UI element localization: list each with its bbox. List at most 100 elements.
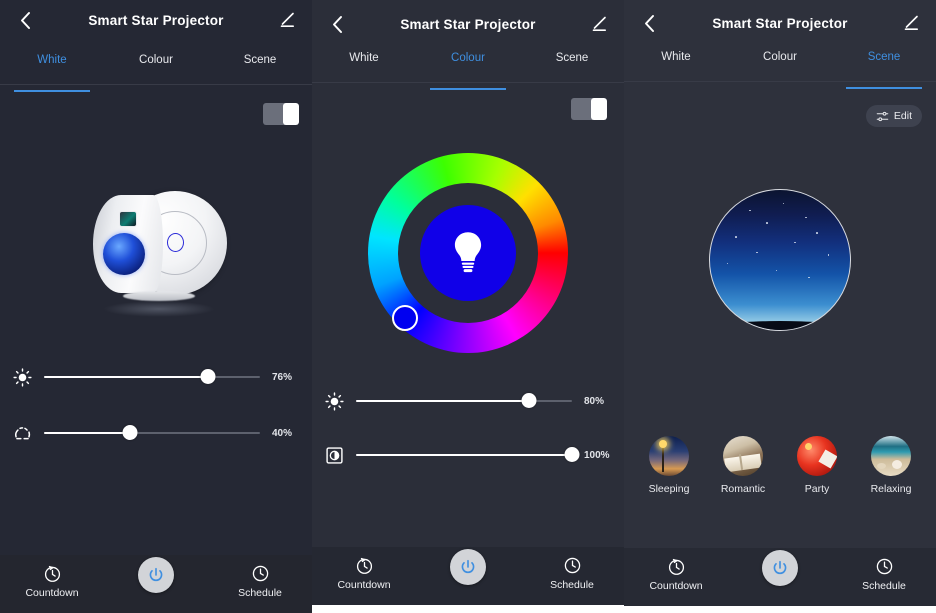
brightness-slider-track[interactable] (356, 391, 572, 411)
screen-bottom-padding (624, 606, 936, 613)
schedule-label: Schedule (238, 587, 282, 599)
scene-item-party[interactable]: Party (784, 436, 850, 495)
pencil-icon[interactable] (276, 9, 298, 31)
device-image (0, 160, 312, 350)
color-temperature-icon (0, 424, 44, 443)
tabs-divider (0, 84, 312, 85)
projector-illustration (81, 183, 231, 328)
tab-colour[interactable]: Colour (728, 49, 832, 81)
tab-colour-label: Colour (763, 51, 797, 63)
toggle-knob (283, 103, 299, 125)
tab-scene-label: Scene (867, 51, 901, 63)
countdown-label: Countdown (649, 580, 703, 592)
power-button[interactable] (762, 550, 798, 586)
projector-lens (103, 232, 145, 275)
brightness-slider-track[interactable] (44, 367, 260, 387)
tab-scene-label: Scene (243, 54, 277, 66)
tab-colour[interactable]: Colour (416, 50, 520, 90)
tab-white[interactable]: White (0, 52, 104, 92)
tab-white[interactable]: White (312, 50, 416, 82)
projector-power-indicator (167, 232, 184, 252)
projector-shadow (103, 300, 215, 317)
three-screenshot-strip: Smart Star Projector White Colour Scene (0, 0, 936, 613)
bottom-navigation: Countdown Schedule (624, 548, 936, 606)
bottom-navigation: Countdown Schedule (312, 547, 624, 605)
saturation-icon (312, 446, 356, 465)
edit-button-label: Edit (893, 110, 912, 122)
back-icon[interactable] (14, 9, 36, 31)
power-toggle-switch[interactable] (263, 103, 299, 125)
screen-bottom-padding (312, 605, 624, 613)
slider-fill (356, 400, 529, 402)
pencil-icon[interactable] (588, 13, 610, 35)
scene-preview-starry-sky[interactable] (709, 189, 851, 331)
scene-label: Sleeping (648, 483, 690, 495)
pencil-icon[interactable] (900, 12, 922, 34)
bottom-navigation: Countdown Schedule (0, 555, 312, 613)
tab-active-underline (14, 90, 90, 92)
countdown-button[interactable]: Countdown (0, 555, 104, 599)
tab-white[interactable]: White (624, 49, 728, 81)
color-wheel-area (312, 145, 624, 360)
brightness-slider-row: 76% (0, 364, 312, 390)
tab-scene[interactable]: Scene (520, 50, 624, 82)
mode-tabs: White Colour Scene (0, 52, 312, 92)
color-wheel[interactable] (368, 152, 568, 353)
scene-label: Party (804, 483, 830, 495)
schedule-button[interactable]: Schedule (520, 547, 624, 591)
projector-body (93, 194, 163, 293)
slider-thumb[interactable] (122, 425, 138, 440)
scene-thumbnail (797, 436, 837, 476)
tab-white-label: White (37, 54, 67, 66)
schedule-label: Schedule (862, 580, 906, 592)
scene-item-relaxing[interactable]: Relaxing (858, 436, 924, 495)
slider-thumb[interactable] (200, 369, 216, 384)
power-button-wrap (416, 547, 520, 585)
color-wheel-selector[interactable] (392, 304, 418, 331)
colour-mode-screen: Smart Star Projector White Colour Scene (312, 0, 624, 613)
slider-thumb[interactable] (521, 393, 537, 408)
page-title: Smart Star Projector (712, 15, 848, 31)
edit-scenes-button[interactable]: Edit (865, 105, 922, 127)
tab-scene[interactable]: Scene (208, 52, 312, 84)
tab-active-underline (430, 88, 506, 90)
clock-schedule-icon (876, 558, 892, 575)
scene-item-sleeping[interactable]: Sleeping (636, 436, 702, 495)
color-temperature-slider-row: 40% (0, 420, 312, 446)
power-icon (149, 567, 163, 582)
tab-colour-label: Colour (451, 52, 485, 64)
mode-tabs: White Colour Scene (624, 49, 936, 89)
projector-base (123, 290, 195, 301)
scene-thumbnail (723, 436, 763, 476)
tab-colour[interactable]: Colour (104, 52, 208, 84)
scene-mode-screen: Smart Star Projector White Colour Scene (624, 0, 936, 613)
countdown-button[interactable]: Countdown (312, 547, 416, 591)
power-icon (461, 559, 475, 574)
schedule-button[interactable]: Schedule (208, 555, 312, 599)
sliders-icon (876, 111, 889, 121)
power-button[interactable] (450, 549, 486, 585)
tab-scene[interactable]: Scene (832, 49, 936, 89)
tabs-divider (312, 82, 624, 83)
slider-thumb[interactable] (564, 447, 580, 462)
mode-tabs: White Colour Scene (312, 50, 624, 90)
schedule-button[interactable]: Schedule (832, 548, 936, 592)
saturation-slider-track[interactable] (356, 445, 580, 465)
back-icon[interactable] (638, 12, 660, 34)
power-button[interactable] (138, 557, 174, 593)
back-icon[interactable] (326, 13, 348, 35)
color-temperature-slider-track[interactable] (44, 423, 260, 443)
color-temperature-value: 40% (272, 427, 293, 439)
tab-white-label: White (349, 52, 379, 64)
countdown-button[interactable]: Countdown (624, 548, 728, 592)
scene-item-romantic[interactable]: Romantic (710, 436, 776, 495)
page-title: Smart Star Projector (400, 16, 536, 32)
light-bulb-icon (454, 231, 482, 272)
slider-fill (44, 376, 209, 378)
brightness-icon (312, 391, 356, 411)
tabs-divider (624, 81, 936, 82)
power-toggle-switch[interactable] (571, 98, 607, 120)
clock-schedule-icon (252, 565, 268, 582)
current-color-preview[interactable] (420, 204, 516, 301)
brightness-slider-row: 80% (312, 388, 624, 414)
